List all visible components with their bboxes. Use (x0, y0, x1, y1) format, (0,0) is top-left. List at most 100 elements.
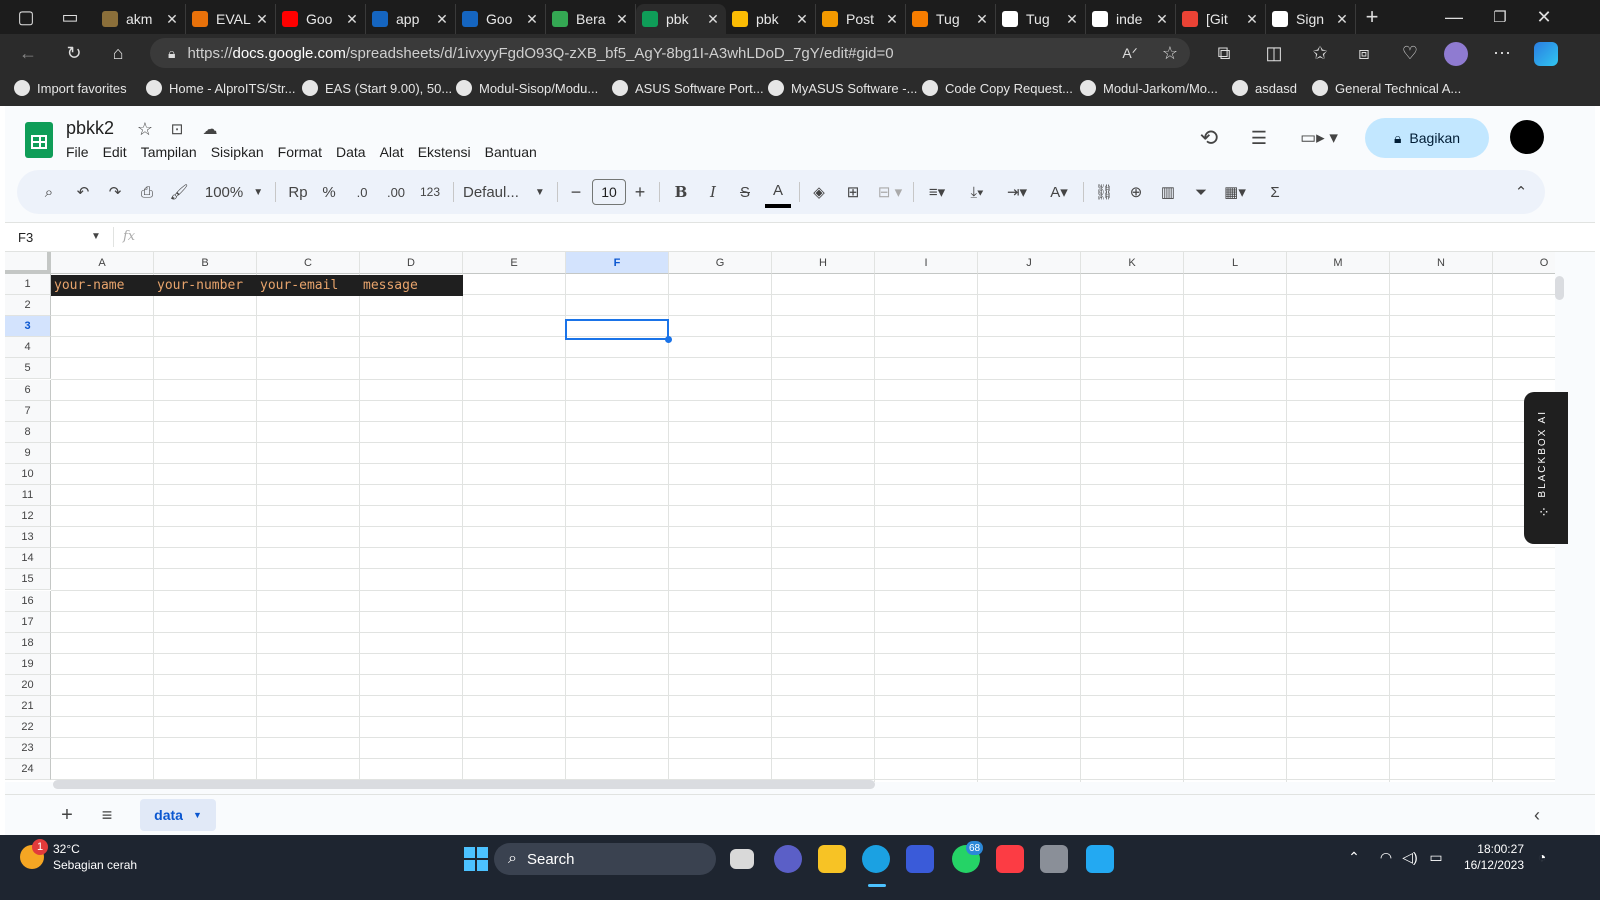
cloud-status-icon[interactable]: ☁ (199, 118, 221, 140)
menu-item[interactable]: Data (336, 144, 366, 160)
row-header[interactable]: 11 (5, 485, 51, 507)
insert-link-icon[interactable]: ⛓ (1091, 170, 1117, 214)
chevron-up-icon[interactable]: ⌃ (1344, 847, 1364, 867)
fill-color-icon[interactable]: ◈ (807, 170, 831, 214)
url-field[interactable]: 🔒︎ https://docs.google.com/spreadsheets/… (150, 38, 1190, 68)
italic-button[interactable]: I (701, 170, 725, 214)
restore-button[interactable]: ❐ (1488, 4, 1512, 30)
row-header[interactable]: 15 (5, 569, 51, 591)
browser-tab[interactable]: akm ✕ (96, 4, 186, 34)
close-icon[interactable]: ✕ (1335, 11, 1349, 28)
menu-item[interactable]: Tampilan (141, 144, 197, 160)
favorite-item[interactable]: General Technical A... (1312, 80, 1461, 96)
browser-tab[interactable]: Bera ✕ (546, 4, 636, 34)
battery-icon[interactable]: ▭ (1426, 847, 1446, 867)
row-header[interactable]: 14 (5, 548, 51, 570)
collections-icon[interactable]: ⧈ (1352, 43, 1376, 63)
header-cell[interactable]: your-email (257, 275, 360, 296)
account-avatar[interactable] (1510, 120, 1544, 154)
row-header[interactable]: 23 (5, 738, 51, 760)
vertical-scrollbar[interactable] (1555, 276, 1564, 300)
tab-actions-icon[interactable]: ▭ (58, 6, 82, 28)
close-icon[interactable]: ✕ (615, 11, 629, 28)
workspaces-icon[interactable]: ▢ (14, 6, 38, 28)
column-header[interactable]: B (154, 252, 257, 274)
text-wrapping-icon[interactable]: ⇥▾ (1001, 170, 1033, 214)
close-icon[interactable]: ✕ (706, 11, 720, 28)
increase-decimal-button[interactable]: .00 (381, 170, 411, 214)
wifi-icon[interactable]: ◠ (1376, 847, 1396, 867)
favorite-item[interactable]: EAS (Start 9.00), 50... (302, 80, 452, 96)
row-header[interactable]: 22 (5, 717, 51, 739)
favorite-item[interactable]: Modul-Sisop/Modu... (456, 80, 598, 96)
teams-chat-icon[interactable] (774, 845, 802, 873)
sheets-logo-icon[interactable] (25, 122, 53, 158)
borders-icon[interactable]: ⊞ (841, 170, 865, 214)
row-header[interactable]: 13 (5, 527, 51, 549)
row-header[interactable]: 24 (5, 759, 51, 781)
favorite-item[interactable]: asdasd (1232, 80, 1297, 96)
column-header[interactable]: I (875, 252, 978, 274)
share-button[interactable]: 🔒︎ Bagikan (1365, 118, 1489, 158)
horizontal-scrollbar[interactable] (53, 780, 875, 789)
all-sheets-button[interactable]: ≡ (95, 803, 119, 827)
close-icon[interactable]: ✕ (1065, 11, 1079, 28)
column-header[interactable]: E (463, 252, 566, 274)
browser-tab[interactable]: Goo ✕ (456, 4, 546, 34)
strikethrough-button[interactable]: S (733, 170, 757, 214)
text-rotation-icon[interactable]: A▾ (1043, 170, 1075, 214)
browser-tab[interactable]: inde ✕ (1086, 4, 1176, 34)
currency-format-button[interactable]: Rp (285, 170, 311, 214)
increase-font-size-button[interactable]: + (629, 170, 651, 214)
favorite-item[interactable]: Code Copy Request... (922, 80, 1073, 96)
browser-tab[interactable]: Tug ✕ (996, 4, 1086, 34)
home-icon[interactable]: ⌂ (106, 42, 130, 64)
close-icon[interactable]: ✕ (975, 11, 989, 28)
close-icon[interactable]: ✕ (885, 11, 899, 28)
undo-icon[interactable]: ↶ (71, 170, 95, 214)
favorite-item[interactable]: Modul-Jarkom/Mo... (1080, 80, 1218, 96)
formula-input[interactable] (151, 227, 1571, 247)
version-history-icon[interactable]: ⟲ (1195, 124, 1223, 152)
paint-format-icon[interactable]: 🖌︎ (167, 170, 191, 214)
close-icon[interactable]: ✕ (345, 11, 359, 28)
chevron-down-icon[interactable]: ▼ (91, 231, 101, 242)
percent-format-button[interactable]: % (317, 170, 341, 214)
weather-desc[interactable]: Sebagian cerah (53, 858, 137, 872)
font-family-select[interactable]: Defaul... ▼ (463, 170, 549, 214)
file-explorer-icon[interactable] (818, 845, 846, 873)
browser-tab[interactable]: Tug ✕ (906, 4, 996, 34)
row-header[interactable]: 21 (5, 696, 51, 718)
browser-tab[interactable]: Post ✕ (816, 4, 906, 34)
column-header[interactable]: G (669, 252, 772, 274)
insert-chart-icon[interactable]: ▥ (1155, 170, 1181, 214)
read-aloud-icon[interactable]: Aᐟ (1118, 43, 1142, 63)
column-header[interactable]: M (1287, 252, 1390, 274)
refresh-icon[interactable]: ↻ (62, 42, 86, 64)
name-box[interactable]: F3 (18, 230, 33, 245)
select-all-corner[interactable] (5, 252, 51, 274)
profile-avatar[interactable] (1444, 42, 1468, 66)
app-icon[interactable] (1040, 845, 1068, 873)
close-icon[interactable]: ✕ (165, 11, 179, 28)
row-header[interactable]: 20 (5, 674, 51, 696)
functions-icon[interactable]: Σ (1263, 170, 1287, 214)
header-cell[interactable]: your-number (154, 275, 257, 296)
merge-cells-icon[interactable]: ⊟ ▾ (873, 170, 907, 214)
more-options-icon[interactable]: ⋯ (1490, 43, 1514, 63)
column-header[interactable]: A (51, 252, 154, 274)
copilot-icon[interactable] (1534, 42, 1558, 66)
row-header[interactable]: 18 (5, 632, 51, 654)
weather-temp[interactable]: 32°C (53, 842, 80, 856)
zoom-select[interactable]: 100% ▼ (201, 170, 267, 214)
music-icon[interactable] (996, 845, 1024, 873)
browser-tab[interactable]: app ✕ (366, 4, 456, 34)
column-header[interactable]: N (1390, 252, 1493, 274)
row-header[interactable]: 6 (5, 379, 51, 401)
browser-tab[interactable]: Sign ✕ (1266, 4, 1356, 34)
header-cell[interactable]: message (360, 275, 463, 296)
print-icon[interactable]: ⎙ (135, 170, 159, 214)
menu-item[interactable]: Bantuan (485, 144, 537, 160)
spreadsheet-grid[interactable]: ABCDEFGHIJKLMNO 1 2 3 4 5 6 7 8 9 10 11 12 13 14 15 16 1… (5, 252, 1555, 782)
column-header[interactable]: K (1081, 252, 1184, 274)
